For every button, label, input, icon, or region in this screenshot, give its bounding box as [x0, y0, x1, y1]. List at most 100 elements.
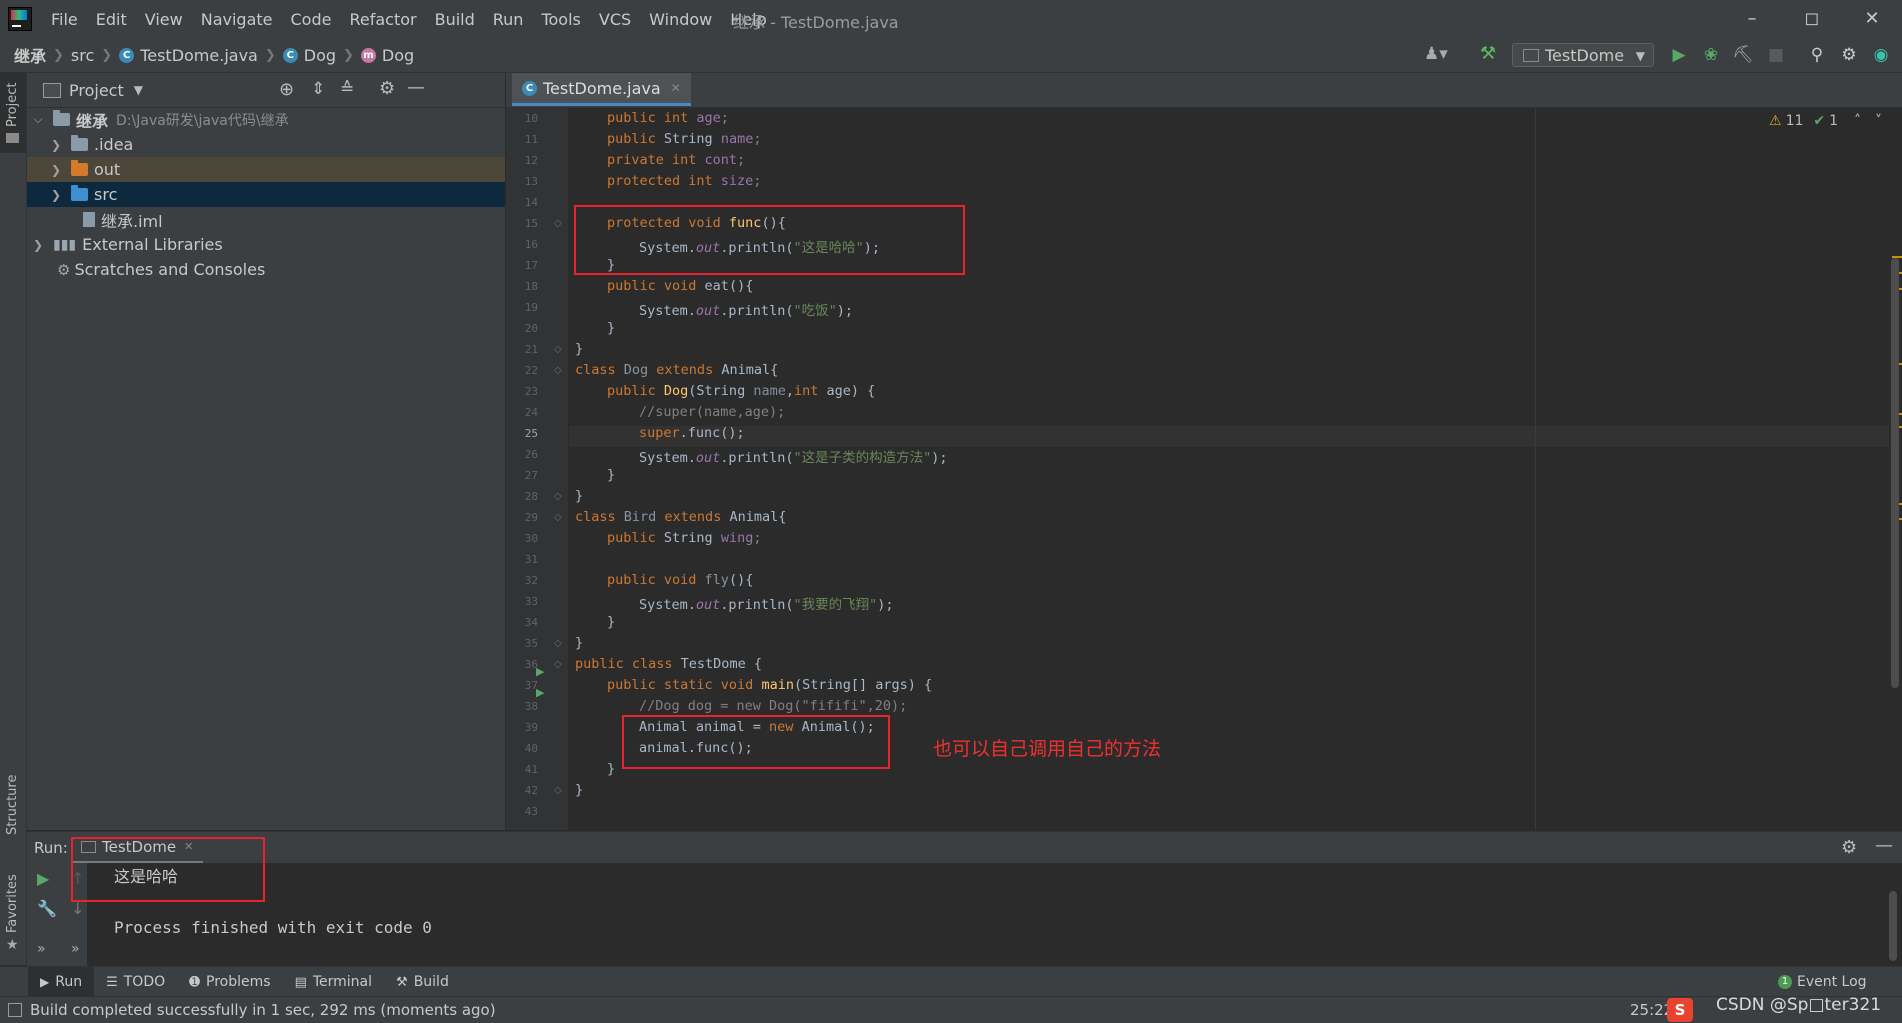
line-number: 17 [524, 259, 538, 272]
inspection-widget[interactable]: ⚠ 11 ✔ 1 ˄ ˅ [1769, 113, 1882, 129]
tree-item-iml[interactable]: 继承.iml [27, 207, 505, 232]
tree-item-root[interactable]: ⌵ 继承 D:\Java研发\java代码\继承 [27, 107, 505, 132]
code-line: } [575, 782, 584, 798]
tree-item-label: .idea [94, 135, 134, 154]
scrollbar-thumb[interactable] [1889, 891, 1897, 961]
debug-icon[interactable]: ❀ [1700, 44, 1722, 66]
plugin-icon[interactable]: ◉ [1870, 44, 1892, 66]
run-configuration-select[interactable]: TestDome ▼ [1512, 43, 1654, 67]
event-log-button[interactable]: 1 Event Log [1778, 974, 1867, 990]
run-gutter-icon[interactable]: ▶ [536, 686, 544, 699]
code-line: //super(name,age); [639, 404, 786, 420]
more-icon[interactable]: » [37, 941, 46, 957]
hide-panel-icon[interactable]: — [1875, 835, 1893, 856]
menu-window[interactable]: Window [640, 10, 721, 29]
run-console[interactable]: 这是哈哈 Process finished with exit code 0 [27, 863, 1902, 966]
tree-item-external-libraries[interactable]: ❯ ▮▮▮ External Libraries [27, 232, 505, 257]
favorites-tool-tab[interactable]: Favorites ★ [0, 863, 26, 953]
code-line: } [575, 341, 584, 357]
toggle-tool-windows-icon[interactable] [8, 1003, 22, 1017]
stop-icon[interactable]: ■ [1765, 44, 1787, 66]
coverage-icon[interactable]: ⛏ [1732, 44, 1754, 66]
tree-item-label: External Libraries [82, 235, 223, 254]
run-gutter-icon[interactable]: ▶ [536, 665, 544, 678]
tab-testdome-java[interactable]: C TestDome.java ✕ [512, 73, 691, 106]
expand-all-icon[interactable]: ⇕ [311, 79, 325, 99]
more-icon[interactable]: » [71, 941, 80, 957]
chevron-down-icon[interactable]: ▼ [134, 83, 143, 97]
breadcrumb-method[interactable]: Dog [382, 46, 414, 65]
maximize-icon[interactable]: ◻ [1790, 4, 1834, 34]
gear-icon[interactable]: ⚙ [379, 78, 395, 99]
tree-item-out[interactable]: ❯ out [27, 157, 505, 182]
fold-icon[interactable]: ◇ [554, 344, 562, 355]
fold-icon[interactable]: ◇ [554, 512, 562, 523]
line-number: 21 [524, 343, 538, 356]
tree-item-scratches[interactable]: ⚙ Scratches and Consoles [27, 257, 505, 282]
search-icon[interactable]: ⚲ [1806, 44, 1828, 66]
tool-window-todo[interactable]: ☰ TODO [94, 967, 177, 997]
chevron-down-icon[interactable]: ˅ [1875, 113, 1882, 129]
run-icon[interactable]: ▶ [1668, 44, 1690, 66]
menu-view[interactable]: View [136, 10, 192, 29]
code-line: public static void main(String[] args) { [607, 677, 933, 693]
breadcrumb-project[interactable]: 继承 [14, 43, 46, 67]
rerun-icon[interactable]: ▶ [37, 869, 49, 888]
breadcrumb: 继承 ❯ src ❯ C TestDome.java ❯ C Dog ❯ m D… [14, 43, 414, 67]
structure-tool-tab[interactable]: Structure [0, 763, 26, 843]
menu-build[interactable]: Build [426, 10, 484, 29]
code-editor[interactable]: public int age; public String name; priv… [569, 108, 1889, 830]
menu-tools[interactable]: Tools [532, 10, 589, 29]
project-view-icon [43, 82, 61, 98]
breadcrumb-file[interactable]: TestDome.java [140, 46, 258, 65]
status-message[interactable]: Build completed successfully in 1 sec, 2… [30, 1001, 496, 1019]
fold-icon[interactable]: ◇ [554, 785, 562, 796]
fold-icon[interactable]: ◇ [554, 659, 562, 670]
tree-item-path: D:\Java研发\java代码\继承 [116, 112, 289, 129]
tool-window-build[interactable]: ⚒ Build [384, 967, 461, 997]
user-icon[interactable]: ♟▾ [1424, 44, 1448, 64]
tool-window-run[interactable]: ▶ Run [28, 967, 95, 997]
close-icon[interactable]: ✕ [671, 81, 681, 95]
window-title: 继承 - TestDome.java [733, 13, 899, 32]
chevron-up-icon[interactable]: ˄ [1854, 113, 1861, 129]
breadcrumb-src[interactable]: src [71, 46, 94, 65]
fold-icon[interactable]: ◇ [554, 491, 562, 502]
close-icon[interactable]: ✕ [1850, 4, 1894, 34]
fold-icon[interactable]: ◇ [554, 218, 562, 229]
locate-icon[interactable]: ⊕ [279, 79, 294, 100]
gear-icon[interactable]: ⚙ [1841, 837, 1857, 858]
hide-panel-icon[interactable]: — [407, 77, 425, 98]
menu-run[interactable]: Run [484, 10, 533, 29]
tree-item-src[interactable]: ❯ src [27, 182, 505, 207]
gear-icon[interactable]: ⚙ [1838, 44, 1860, 66]
menu-refactor[interactable]: Refactor [340, 10, 425, 29]
tree-item-idea[interactable]: ❯ .idea [27, 132, 505, 157]
folder-icon [71, 135, 88, 151]
code-line: public String name; [607, 131, 762, 147]
menu-file[interactable]: File [42, 10, 87, 29]
project-tool-tab[interactable]: Project [0, 73, 26, 153]
breadcrumb-class[interactable]: Dog [304, 46, 336, 65]
wrench-icon[interactable]: 🔧 [37, 899, 57, 918]
menu-navigate[interactable]: Navigate [192, 10, 282, 29]
tool-window-terminal[interactable]: ▤ Terminal [283, 967, 384, 997]
tool-window-problems[interactable]: ➊ Problems [177, 967, 282, 997]
minimize-icon[interactable]: – [1730, 4, 1774, 34]
warning-count: 11 [1785, 113, 1804, 129]
scrollbar-thumb[interactable] [1891, 258, 1899, 688]
structure-tool-label: Structure [5, 774, 20, 835]
line-number: 11 [524, 133, 538, 146]
collapse-all-icon[interactable]: ≙ [340, 79, 354, 99]
menu-edit[interactable]: Edit [87, 10, 136, 29]
fold-icon[interactable]: ◇ [554, 638, 562, 649]
fold-icon[interactable]: ◇ [554, 365, 562, 376]
error-stripe[interactable] [1889, 108, 1902, 830]
line-number: 33 [524, 595, 538, 608]
class-icon: C [522, 80, 537, 96]
menu-code[interactable]: Code [282, 10, 341, 29]
menu-vcs[interactable]: VCS [590, 10, 640, 29]
code-line: private int cont; [607, 152, 746, 168]
project-panel-title[interactable]: Project [69, 81, 124, 100]
build-hammer-icon[interactable]: ⚒ [1480, 43, 1496, 64]
